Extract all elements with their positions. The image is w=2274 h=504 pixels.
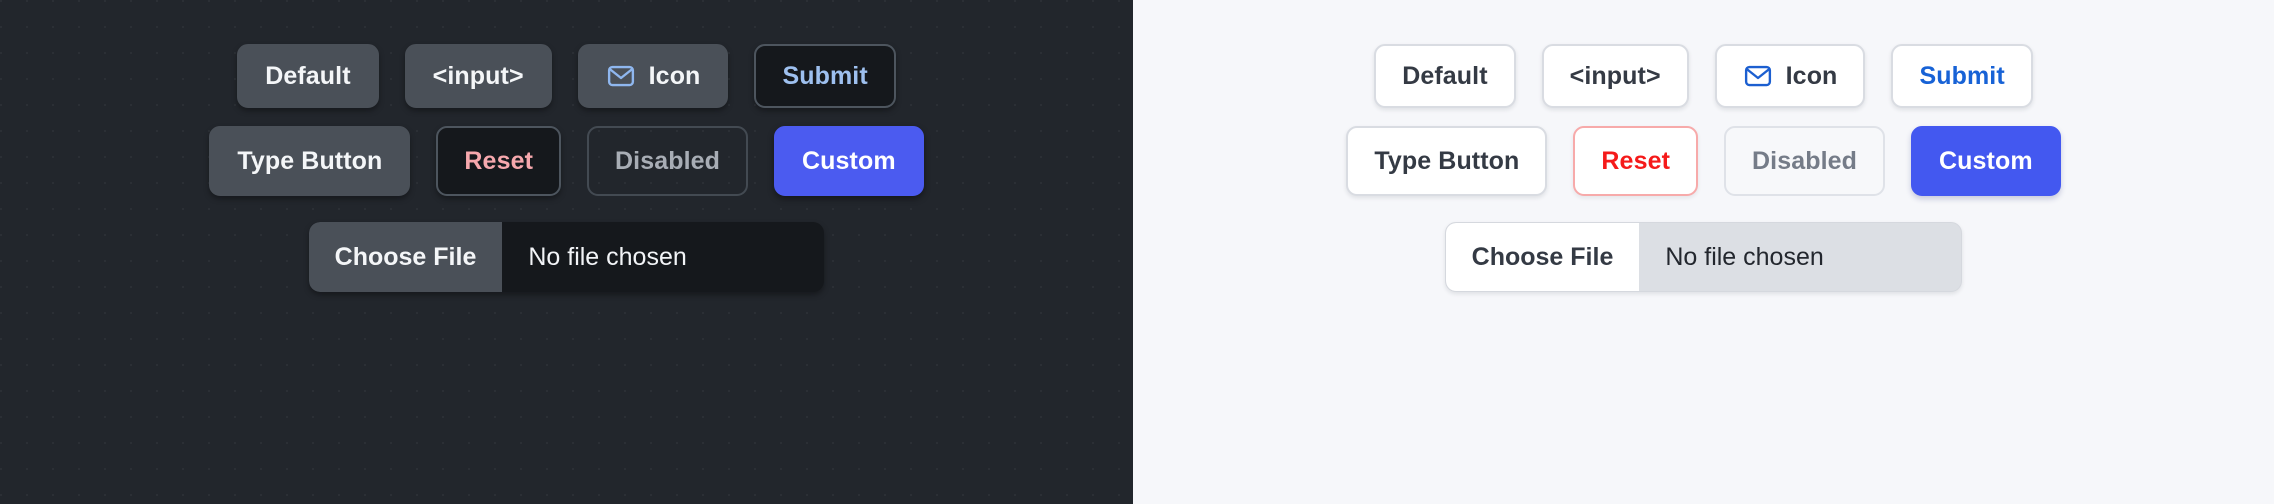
button-label: Submit <box>1919 61 2005 90</box>
mail-icon <box>1743 61 1773 91</box>
light-custom-button[interactable]: Custom <box>1911 126 2061 196</box>
button-label: <input> <box>1569 61 1661 90</box>
button-label: Reset <box>1601 146 1670 175</box>
light-rows: Default <input> Icon Submit Type Button … <box>1133 0 2274 292</box>
light-icon-button[interactable]: Icon <box>1714 44 1866 108</box>
light-type-button[interactable]: Type Button <box>1346 126 1548 196</box>
button-label: Icon <box>1785 61 1838 90</box>
button-label: Custom <box>1939 146 2033 175</box>
button-label: Icon <box>648 61 701 90</box>
button-label: Type Button <box>1374 146 1520 175</box>
dark-reset-button[interactable]: Reset <box>436 126 561 196</box>
dark-custom-button[interactable]: Custom <box>774 126 924 196</box>
light-choose-file-button[interactable]: Choose File <box>1445 223 1640 291</box>
light-file-row: Choose File No file chosen <box>1444 222 1963 292</box>
dark-input-button[interactable]: <input> <box>404 44 552 108</box>
light-file-input[interactable]: Choose File No file chosen <box>1444 222 1963 292</box>
dark-choose-file-button[interactable]: Choose File <box>308 222 503 292</box>
dark-file-input[interactable]: Choose File No file chosen <box>308 222 825 292</box>
button-label: Custom <box>802 146 896 175</box>
button-label: Disabled <box>1752 146 1857 175</box>
light-default-button[interactable]: Default <box>1374 44 1516 108</box>
button-label: Disabled <box>615 146 720 175</box>
button-label: Reset <box>464 146 533 175</box>
dark-button-row-1: Default <input> Icon Submit <box>237 44 896 108</box>
dark-file-row: Choose File No file chosen <box>308 222 825 292</box>
light-theme-panel: Default <input> Icon Submit Type Button … <box>1133 0 2274 504</box>
dark-rows: Default <input> Icon Submit Type Button … <box>0 0 1133 292</box>
button-label: Default <box>265 61 351 90</box>
dark-button-row-2: Type Button Reset Disabled Custom <box>209 126 924 196</box>
light-submit-button[interactable]: Submit <box>1891 44 2033 108</box>
dark-default-button[interactable]: Default <box>237 44 379 108</box>
button-label: Default <box>1402 61 1488 90</box>
light-button-row-1: Default <input> Icon Submit <box>1374 44 2033 108</box>
dark-file-status-text: No file chosen <box>528 242 687 271</box>
light-button-row-2: Type Button Reset Disabled Custom <box>1346 126 2061 196</box>
dark-theme-panel: Default <input> Icon Submit Type Button … <box>0 0 1133 504</box>
light-disabled-button: Disabled <box>1724 126 1885 196</box>
light-input-button[interactable]: <input> <box>1541 44 1689 108</box>
comparison-stage: Default <input> Icon Submit Type Button … <box>0 0 2274 504</box>
light-reset-button[interactable]: Reset <box>1573 126 1698 196</box>
dark-submit-button[interactable]: Submit <box>754 44 896 108</box>
button-label: <input> <box>432 61 524 90</box>
dark-disabled-button: Disabled <box>587 126 748 196</box>
dark-icon-button[interactable]: Icon <box>577 44 729 108</box>
dark-type-button[interactable]: Type Button <box>209 126 411 196</box>
light-file-status-text: No file chosen <box>1665 242 1824 271</box>
mail-icon <box>606 61 636 91</box>
button-label: Submit <box>782 61 868 90</box>
button-label: Type Button <box>237 146 383 175</box>
